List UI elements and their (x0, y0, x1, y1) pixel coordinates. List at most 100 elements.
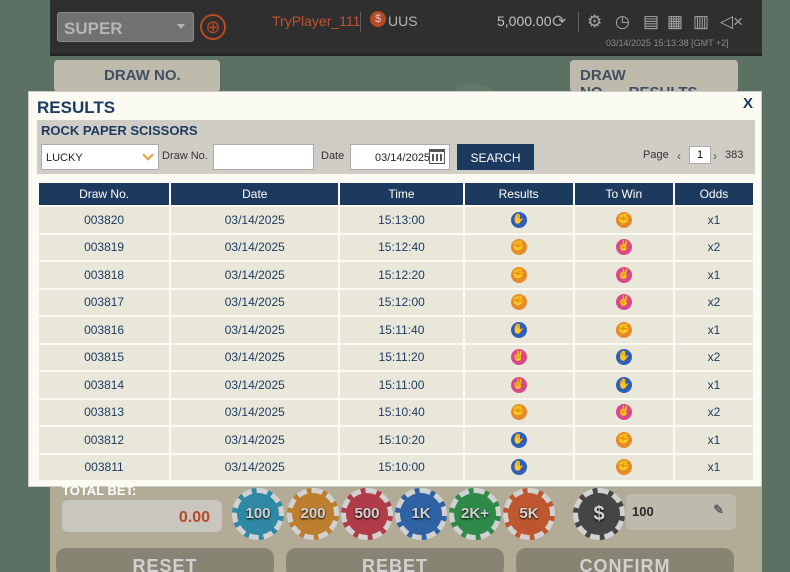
to-win-cell: ✊ (574, 207, 673, 233)
scissors-icon: ✌ (615, 239, 632, 256)
odds-cell: x2 (674, 289, 753, 315)
date-cell: 03/14/2025 (171, 317, 339, 343)
table-row: 003817 03/14/2025 15:12:00 ✊ ✌ x2 (39, 289, 753, 315)
rock-icon: ✊ (510, 404, 527, 421)
draw-no-cell: 003819 (39, 234, 170, 260)
to-win-cell: ✊ (574, 454, 673, 480)
draw-no-cell: 003817 (39, 289, 170, 315)
chevron-right-icon[interactable]: › (713, 149, 717, 163)
draw-no-cell: 003812 (39, 427, 170, 453)
to-win-cell: ✌ (574, 289, 673, 315)
date-input-value: 03/14/2025 (375, 152, 431, 164)
draw-no-cell: 003816 (39, 317, 170, 343)
calendar-icon[interactable] (429, 149, 445, 164)
date-cell: 03/14/2025 (171, 207, 339, 233)
date-input[interactable]: 03/14/2025 (350, 144, 450, 170)
paper-icon: ✋ (510, 321, 527, 338)
table-row: 003811 03/14/2025 15:10:00 ✋ ✊ x1 (39, 454, 753, 480)
odds-cell: x2 (674, 399, 753, 425)
close-icon[interactable]: X (743, 95, 753, 112)
column-header: Results (464, 183, 573, 205)
to-win-cell: ✋ (574, 372, 673, 398)
date-cell: 03/14/2025 (171, 234, 339, 260)
time-cell: 15:10:20 (340, 427, 463, 453)
date-cell: 03/14/2025 (171, 454, 339, 480)
result-cell: ✌ (464, 372, 573, 398)
to-win-cell: ✌ (574, 262, 673, 288)
result-cell: ✋ (464, 207, 573, 233)
game-subtitle: ROCK PAPER SCISSORS (41, 123, 198, 138)
table-row: 003813 03/14/2025 15:10:40 ✊ ✌ x2 (39, 399, 753, 425)
table-row: 003812 03/14/2025 15:10:20 ✋ ✊ x1 (39, 427, 753, 453)
date-cell: 03/14/2025 (171, 262, 339, 288)
time-cell: 15:11:00 (340, 372, 463, 398)
date-cell: 03/14/2025 (171, 344, 339, 370)
odds-cell: x1 (674, 372, 753, 398)
chevron-down-icon (142, 149, 154, 161)
draw-no-cell: 003815 (39, 344, 170, 370)
table-row: 003816 03/14/2025 15:11:40 ✋ ✊ x1 (39, 317, 753, 343)
result-cell: ✌ (464, 344, 573, 370)
date-filter-label: Date (321, 150, 345, 162)
rock-icon: ✊ (615, 459, 632, 476)
date-cell: 03/14/2025 (171, 372, 339, 398)
type-dropdown[interactable]: LUCKY (41, 144, 159, 170)
to-win-cell: ✌ (574, 234, 673, 260)
time-cell: 15:10:40 (340, 399, 463, 425)
chevron-left-icon[interactable]: ‹ (677, 149, 681, 163)
scissors-icon: ✌ (615, 404, 632, 421)
to-win-cell: ✊ (574, 317, 673, 343)
result-cell: ✋ (464, 317, 573, 343)
time-cell: 15:13:00 (340, 207, 463, 233)
draw-no-filter-label: Draw No. (162, 150, 208, 162)
column-header: Odds (674, 183, 753, 205)
time-cell: 15:12:20 (340, 262, 463, 288)
odds-cell: x1 (674, 207, 753, 233)
result-cell: ✊ (464, 262, 573, 288)
search-button[interactable]: SEARCH (457, 144, 534, 170)
page-total: 383 (725, 149, 744, 161)
table-row: 003820 03/14/2025 15:13:00 ✋ ✊ x1 (39, 207, 753, 233)
rock-icon: ✊ (510, 294, 527, 311)
rock-icon: ✊ (615, 431, 632, 448)
scissors-icon: ✌ (510, 349, 527, 366)
column-header: Draw No. (39, 183, 170, 205)
time-cell: 15:11:20 (340, 344, 463, 370)
draw-no-cell: 003818 (39, 262, 170, 288)
odds-cell: x1 (674, 262, 753, 288)
time-cell: 15:12:00 (340, 289, 463, 315)
rock-icon: ✊ (615, 211, 632, 228)
page-input[interactable]: 1 (689, 146, 711, 164)
total-bet-label: TOTAL BET: (62, 483, 137, 498)
column-header: Time (340, 183, 463, 205)
odds-cell: x1 (674, 454, 753, 480)
column-header: Date (171, 183, 339, 205)
result-cell: ✊ (464, 289, 573, 315)
rock-icon: ✊ (615, 321, 632, 338)
scissors-icon: ✌ (615, 266, 632, 283)
draw-no-input[interactable] (213, 144, 314, 170)
column-header: To Win (574, 183, 673, 205)
time-cell: 15:10:00 (340, 454, 463, 480)
odds-cell: x2 (674, 344, 753, 370)
odds-cell: x2 (674, 234, 753, 260)
draw-no-cell: 003813 (39, 399, 170, 425)
results-modal: RESULTS X ROCK PAPER SCISSORS LUCKY Draw… (28, 91, 762, 487)
draw-no-cell: 003820 (39, 207, 170, 233)
to-win-cell: ✌ (574, 399, 673, 425)
draw-no-cell: 003814 (39, 372, 170, 398)
paper-icon: ✋ (510, 459, 527, 476)
page-label: Page (643, 149, 669, 161)
rock-icon: ✊ (510, 239, 527, 256)
filter-bar: ROCK PAPER SCISSORS LUCKY Draw No. Date … (37, 120, 755, 174)
time-cell: 15:12:40 (340, 234, 463, 260)
modal-title: RESULTS (37, 98, 116, 117)
table-row: 003819 03/14/2025 15:12:40 ✊ ✌ x2 (39, 234, 753, 260)
date-cell: 03/14/2025 (171, 399, 339, 425)
result-cell: ✊ (464, 399, 573, 425)
table-row: 003815 03/14/2025 15:11:20 ✌ ✋ x2 (39, 344, 753, 370)
table-header-row: Draw No. Date Time Results To Win Odds (39, 183, 753, 205)
date-cell: 03/14/2025 (171, 427, 339, 453)
draw-no-cell: 003811 (39, 454, 170, 480)
result-cell: ✊ (464, 234, 573, 260)
